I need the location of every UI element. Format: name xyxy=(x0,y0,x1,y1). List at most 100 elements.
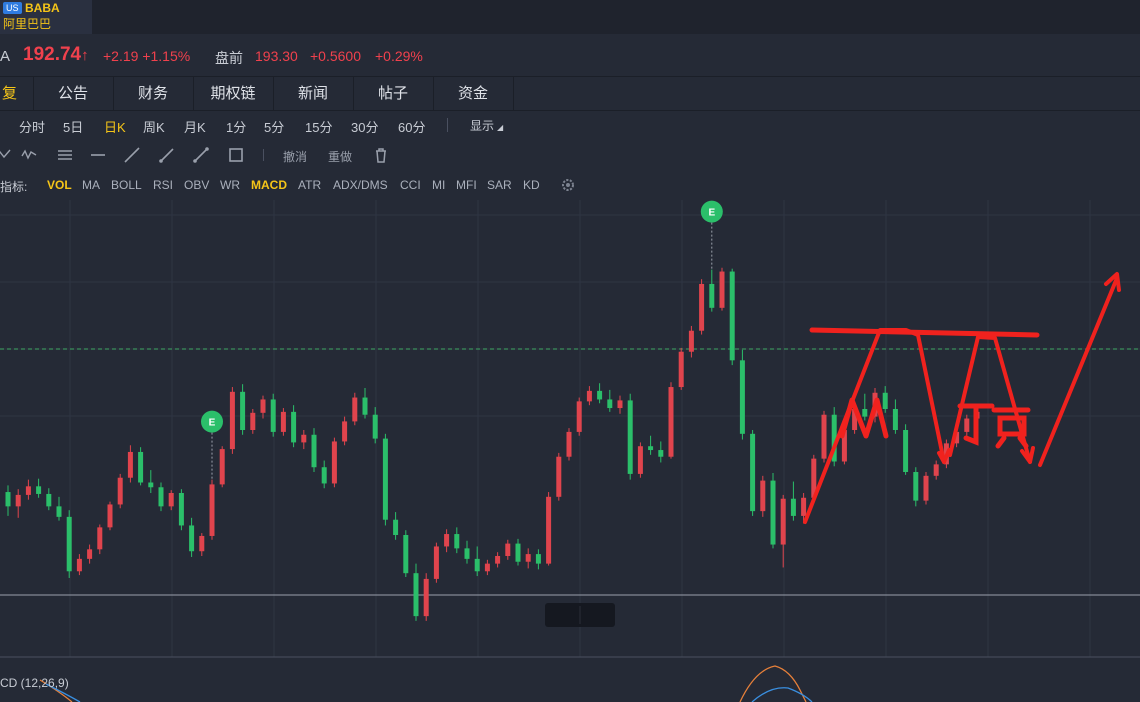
candle-down xyxy=(464,548,470,559)
indicator-kd[interactable]: KD xyxy=(523,178,540,192)
period-weekly[interactable]: 周K xyxy=(143,117,165,136)
macd-dif-line xyxy=(739,665,807,702)
indicator-wr[interactable]: WR xyxy=(220,178,240,192)
candle-up xyxy=(719,271,725,308)
caret-icon: ◢ xyxy=(497,123,504,132)
period-60min[interactable]: 60分 xyxy=(398,117,425,136)
wave-icon[interactable] xyxy=(0,146,12,164)
period-daily[interactable]: 日K xyxy=(104,117,126,136)
tab-announcements[interactable]: 公告 xyxy=(33,77,114,110)
tab-capital[interactable]: 资金 xyxy=(433,77,514,110)
candle-down xyxy=(56,506,62,517)
arrow-line-icon[interactable] xyxy=(192,146,210,164)
candle-up xyxy=(576,401,582,432)
draw-divider xyxy=(263,149,264,161)
indicator-vol[interactable]: VOL xyxy=(47,178,72,192)
candle-up xyxy=(556,456,562,497)
indicator-cci[interactable]: CCI xyxy=(400,178,421,192)
rectangle-icon[interactable] xyxy=(227,146,245,164)
event-marker-label: E xyxy=(209,418,216,429)
candle-down xyxy=(46,493,52,507)
candle-up xyxy=(433,546,439,579)
candle-up xyxy=(586,390,592,402)
candle-up xyxy=(444,534,450,547)
drawing-toolbar: 撤消 重做 xyxy=(0,140,1140,170)
candle-down xyxy=(5,492,11,507)
candle-up xyxy=(760,480,766,512)
parallel-lines-icon[interactable] xyxy=(56,146,74,164)
candle-down xyxy=(372,414,378,439)
candle-up xyxy=(331,441,337,484)
breakout-arrow-line xyxy=(1038,276,1119,467)
candle-down xyxy=(413,573,419,617)
tab-financials[interactable]: 财务 xyxy=(113,77,194,110)
period-5day[interactable]: 5日 xyxy=(63,117,83,136)
candle-up xyxy=(15,494,21,507)
candle-down xyxy=(750,433,756,512)
tab-posts[interactable]: 帖子 xyxy=(353,77,434,110)
event-markers: EE xyxy=(201,200,723,480)
trend-line-icon[interactable] xyxy=(123,146,141,164)
candle-up xyxy=(168,493,174,507)
indicator-label: 指标: xyxy=(0,180,28,194)
ray-line-icon[interactable] xyxy=(158,146,176,164)
candle-down xyxy=(36,486,42,494)
candle-down xyxy=(862,409,868,417)
candle-up xyxy=(923,475,929,501)
indicator-mi[interactable]: MI xyxy=(432,178,445,192)
display-menu[interactable]: 显示 ◢ xyxy=(470,117,503,134)
candle-down xyxy=(770,480,776,545)
candle-down xyxy=(882,392,888,409)
horizontal-line-icon[interactable] xyxy=(89,146,107,164)
zigzag-icon[interactable] xyxy=(20,146,38,164)
candle-up xyxy=(637,446,643,474)
period-bar: 分时 5日 日K 周K 月K 1分 5分 15分 30分 60分 显示 ◢ xyxy=(0,110,1140,140)
premarket-change: +0.5600 xyxy=(310,48,361,64)
candle-up xyxy=(260,399,266,413)
indicator-macd[interactable]: MACD xyxy=(251,178,287,192)
ticker-tab[interactable]: US BABA 阿里巴巴 xyxy=(0,0,92,34)
toolbar-divider xyxy=(447,118,448,132)
tab-chart[interactable]: 复 xyxy=(0,77,34,110)
candle-up xyxy=(25,486,31,495)
gear-icon[interactable] xyxy=(560,177,576,193)
period-5min[interactable]: 5分 xyxy=(264,117,284,136)
period-monthly[interactable]: 月K xyxy=(184,117,206,136)
candle-down xyxy=(393,519,399,535)
candle-up xyxy=(546,496,552,564)
candle-up xyxy=(127,451,133,478)
candle-up xyxy=(484,563,490,572)
indicator-sar[interactable]: SAR xyxy=(487,178,512,192)
indicator-boll[interactable]: BOLL xyxy=(111,178,142,192)
period-1min[interactable]: 1分 xyxy=(226,117,246,136)
price-change: +2.19 +1.15% xyxy=(103,48,191,64)
indicator-rsi[interactable]: RSI xyxy=(153,178,173,192)
indicator-obv[interactable]: OBV xyxy=(184,178,209,192)
candlestick-chart[interactable]: EE xyxy=(0,200,1140,702)
candle-down xyxy=(790,498,796,516)
candle-up xyxy=(525,554,531,562)
indicator-adx-dms[interactable]: ADX/DMS xyxy=(333,178,388,192)
candle-up xyxy=(199,535,205,552)
undo-button[interactable]: 撤消 xyxy=(283,148,307,165)
candle-up xyxy=(964,418,970,432)
tab-news[interactable]: 新闻 xyxy=(273,77,354,110)
candle-down xyxy=(913,472,919,501)
tab-options-chain[interactable]: 期权链 xyxy=(193,77,274,110)
candle-down xyxy=(403,535,409,574)
candle-up xyxy=(617,400,623,409)
candle-up xyxy=(688,330,694,352)
period-15min[interactable]: 15分 xyxy=(305,117,332,136)
ticker-name: 阿里巴巴 xyxy=(3,17,52,31)
indicator-atr[interactable]: ATR xyxy=(298,178,321,192)
trash-icon[interactable] xyxy=(372,146,390,164)
redo-button[interactable]: 重做 xyxy=(328,148,352,165)
indicator-mfi[interactable]: MFI xyxy=(456,178,477,192)
period-intraday[interactable]: 分时 xyxy=(19,117,45,136)
candle-up xyxy=(780,498,786,545)
candle-up xyxy=(566,431,572,457)
candle-up xyxy=(76,558,82,572)
indicator-ma[interactable]: MA xyxy=(82,178,100,192)
candle-down xyxy=(189,525,195,552)
period-30min[interactable]: 30分 xyxy=(351,117,378,136)
